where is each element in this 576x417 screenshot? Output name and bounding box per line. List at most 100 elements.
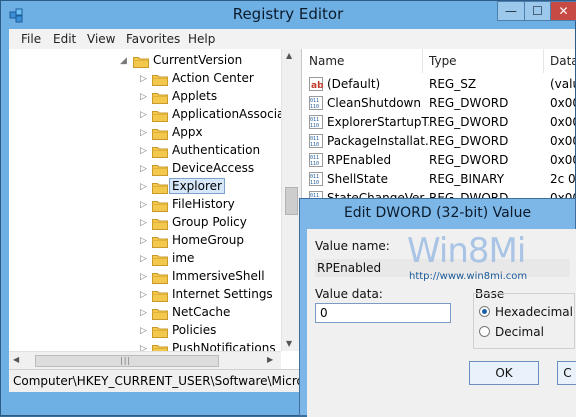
tree-horizontal-scrollbar[interactable]: ◀ ||| ▶ <box>9 351 281 369</box>
svg-text:110: 110 <box>310 142 319 148</box>
menu-favorites[interactable]: Favorites <box>126 32 180 46</box>
window-title: Registry Editor <box>232 5 344 23</box>
value-type: REG_DWORD <box>429 96 509 110</box>
tree-item[interactable]: ▷ HomeGroup <box>9 232 301 250</box>
expand-arrow-icon[interactable]: ▷ <box>140 254 148 264</box>
tree-item[interactable]: ▷ Explorer <box>9 178 301 196</box>
expand-arrow-icon[interactable]: ▷ <box>140 218 148 228</box>
ok-button[interactable]: OK <box>469 361 539 385</box>
folder-icon <box>152 271 168 284</box>
scroll-up-icon[interactable]: ▲ <box>286 51 292 60</box>
expand-arrow-icon[interactable]: ▷ <box>140 272 148 282</box>
value-data: 0x000 <box>550 153 575 167</box>
binary-value-icon: 011110 <box>309 172 323 186</box>
folder-icon <box>152 325 168 338</box>
value-row[interactable]: 011110 CleanShutdown REG_DWORD 0x000 <box>303 94 575 113</box>
value-name: CleanShutdown <box>327 96 421 110</box>
folder-icon <box>152 253 168 266</box>
expand-arrow-icon[interactable]: ▷ <box>140 308 148 318</box>
menu-view[interactable]: View <box>87 32 115 46</box>
column-header-type[interactable]: Type <box>423 49 544 73</box>
expand-arrow-icon[interactable]: ▷ <box>140 146 148 156</box>
column-header-name[interactable]: Name <box>303 49 423 73</box>
expand-arrow-icon[interactable]: ▷ <box>140 92 148 102</box>
tree-item-label: DeviceAccess <box>172 161 255 175</box>
menu-file[interactable]: File <box>21 32 41 46</box>
tree-item[interactable]: ▷ Action Center <box>9 70 301 88</box>
expand-arrow-icon[interactable]: ▷ <box>140 326 148 336</box>
value-name: (Default) <box>327 77 381 91</box>
decimal-radio[interactable] <box>479 326 490 337</box>
tree-item[interactable]: ▷ ImmersiveShell <box>9 268 301 286</box>
folder-icon <box>152 217 168 230</box>
value-row[interactable]: 011110 RPEnabled REG_DWORD 0x000 <box>303 151 575 170</box>
scroll-thumb[interactable]: ||| <box>35 355 219 367</box>
value-data-input[interactable] <box>315 303 451 323</box>
tree-item-label: HomeGroup <box>172 233 244 247</box>
tree-item[interactable]: ▷ Authentication <box>9 142 301 160</box>
tree-item-label: CurrentVersion <box>153 53 243 67</box>
value-row[interactable]: 011110 ExplorerStartupT...REG_DWORD 0x000 <box>303 113 575 132</box>
value-data: 0x000 <box>550 96 575 110</box>
value-name: PackageInstallat... <box>327 134 429 148</box>
tree-item-currentversion[interactable]: ◢ CurrentVersion <box>9 52 301 70</box>
value-name-text: RPEnabled <box>317 261 382 275</box>
expand-arrow-icon[interactable]: ▷ <box>140 182 148 192</box>
title-bar[interactable]: Registry Editor — ☐ ✕ <box>1 1 576 29</box>
tree-vertical-scrollbar[interactable]: ▲ ▼ <box>281 49 301 351</box>
value-type: REG_DWORD <box>429 153 509 167</box>
tree-item-label: Authentication <box>172 143 261 157</box>
scroll-thumb[interactable] <box>285 187 298 215</box>
tree-item[interactable]: ▷ NetCache <box>9 304 301 322</box>
value-row[interactable]: 011110 ShellState REG_BINARY 2c 00 <box>303 170 575 189</box>
expanded-arrow-icon[interactable]: ◢ <box>120 56 128 66</box>
hexadecimal-radio[interactable] <box>479 306 490 317</box>
edit-dword-dialog: Edit DWORD (32-bit) Value Value name: RP… <box>299 198 576 417</box>
tree-item[interactable]: ▷ DeviceAccess <box>9 160 301 178</box>
tree-item-label: Policies <box>172 323 217 337</box>
tree-item[interactable]: ▷ ApplicationAssociat <box>9 106 301 124</box>
expand-arrow-icon[interactable]: ▷ <box>140 128 148 138</box>
scroll-left-icon[interactable]: ◀ <box>13 355 19 364</box>
expand-arrow-icon[interactable]: ▷ <box>140 236 148 246</box>
expand-arrow-icon[interactable]: ▷ <box>140 74 148 84</box>
tree-item-label: Appx <box>172 125 203 139</box>
scroll-grip-icon: ||| <box>120 356 132 365</box>
column-header-data[interactable]: Data <box>544 49 575 73</box>
expand-arrow-icon[interactable]: ▷ <box>140 290 148 300</box>
scroll-right-icon[interactable]: ▶ <box>267 355 273 364</box>
decimal-label[interactable]: Decimal <box>495 325 544 339</box>
scroll-down-icon[interactable]: ▼ <box>286 339 292 348</box>
hexadecimal-label[interactable]: Hexadecimal <box>495 305 573 319</box>
svg-text:ab: ab <box>311 81 323 91</box>
cancel-button[interactable]: C <box>557 361 576 385</box>
registry-tree: ◢ CurrentVersion ▷ Action Center ▷ Applets ▷ Ap… <box>9 49 302 369</box>
tree-item[interactable]: ▷ ime <box>9 250 301 268</box>
watermark-logo: Win8Mi <box>407 231 526 271</box>
value-type: REG_DWORD <box>429 134 509 148</box>
expand-arrow-icon[interactable]: ▷ <box>140 200 148 210</box>
value-row[interactable]: 011110 PackageInstallat...REG_DWORD 0x000 <box>303 132 575 151</box>
tree-item[interactable]: ▷ Policies <box>9 322 301 340</box>
maximize-button[interactable]: ☐ <box>524 1 551 21</box>
binary-value-icon: 011110 <box>309 153 323 167</box>
tree-item[interactable]: ▷ Appx <box>9 124 301 142</box>
expand-arrow-icon[interactable]: ▷ <box>140 164 148 174</box>
tree-item[interactable]: ▷ Group Policy <box>9 214 301 232</box>
folder-icon <box>152 199 168 212</box>
watermark-url: http://www.win8mi.com <box>409 271 528 282</box>
value-type: REG_BINARY <box>429 172 505 186</box>
menu-edit[interactable]: Edit <box>53 32 76 46</box>
expand-arrow-icon[interactable]: ▷ <box>140 110 148 120</box>
value-data: (valu <box>550 77 575 91</box>
tree-item[interactable]: ▷ Applets <box>9 88 301 106</box>
tree-item[interactable]: ▷ FileHistory <box>9 196 301 214</box>
menu-help[interactable]: Help <box>188 32 215 46</box>
value-row[interactable]: ab (Default) REG_SZ (valu <box>303 75 575 94</box>
dialog-body: Value name: RPEnabled Win8Mi http://www.… <box>307 229 576 417</box>
tree-item[interactable]: ▷ Internet Settings <box>9 286 301 304</box>
folder-icon <box>152 181 168 194</box>
close-button[interactable]: ✕ <box>550 1 576 21</box>
tree-item-label: Applets <box>172 89 218 103</box>
minimize-button[interactable]: — <box>497 1 525 21</box>
